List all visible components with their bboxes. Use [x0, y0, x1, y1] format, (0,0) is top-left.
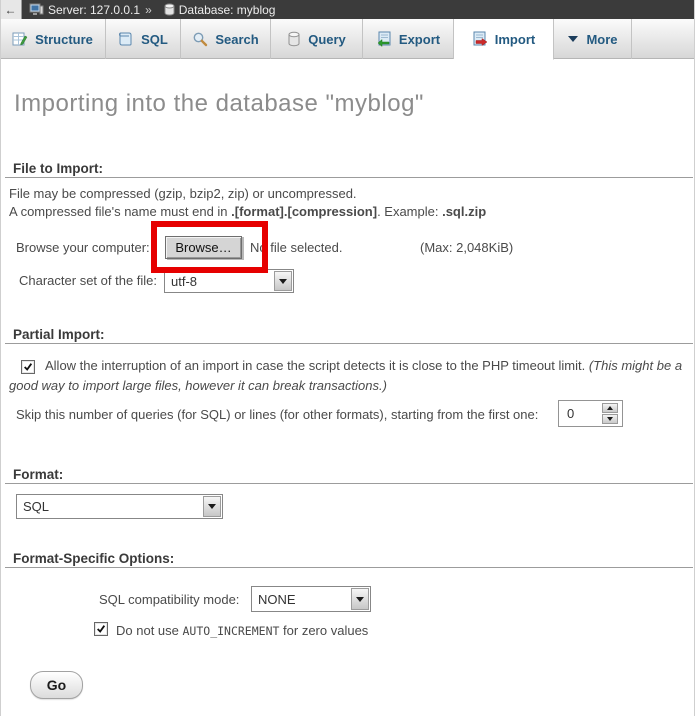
tab-label: Structure: [35, 32, 93, 47]
spinner-down-button[interactable]: [602, 414, 618, 424]
tab-label: More: [586, 32, 617, 47]
tab-query[interactable]: Query: [271, 19, 363, 59]
search-icon: [192, 31, 208, 47]
sql-compat-select[interactable]: NONE: [251, 586, 371, 612]
tab-export[interactable]: Export: [363, 19, 454, 59]
chevron-down-icon: [567, 35, 579, 43]
sql-icon: [118, 31, 134, 47]
charset-label: Character set of the file:: [19, 273, 157, 288]
max-upload-size: (Max: 2,048KiB): [420, 240, 513, 255]
compression-info-line2: A compressed file's name must end in .[f…: [9, 204, 486, 219]
import-icon: [472, 31, 488, 47]
section-divider: [5, 483, 693, 484]
spinner-buttons: [602, 403, 618, 424]
section-heading-partial-import: Partial Import:: [13, 327, 105, 342]
section-heading-file-to-import: File to Import:: [13, 161, 103, 176]
line2-example: .sql.zip: [442, 204, 486, 219]
checkmark-icon: [96, 624, 106, 634]
tab-label: Export: [399, 32, 440, 47]
back-button[interactable]: ←: [0, 0, 22, 19]
tab-bar: Structure SQL Search Query: [0, 19, 695, 59]
allow-interrupt-row: Allow the interruption of an import in c…: [9, 356, 691, 396]
auto-increment-suffix: for zero values: [279, 623, 368, 638]
format-dropdown-button[interactable]: [203, 496, 221, 517]
go-button[interactable]: Go: [30, 671, 83, 699]
tab-label: SQL: [141, 32, 168, 47]
breadcrumb-server-link[interactable]: Server: 127.0.0.1: [48, 3, 140, 17]
server-icon: [29, 3, 44, 16]
dropdown-arrow-icon: [279, 279, 287, 284]
section-divider: [5, 343, 693, 344]
spinner-up-button[interactable]: [602, 403, 618, 413]
compression-info-line1: File may be compressed (gzip, bzip2, zip…: [9, 186, 357, 201]
charset-selected-value: utf-8: [165, 270, 273, 292]
tab-import[interactable]: Import: [454, 19, 554, 60]
browse-label: Browse your computer:: [16, 240, 150, 255]
tab-more[interactable]: More: [554, 19, 632, 59]
tab-label: Search: [215, 32, 258, 47]
skip-queries-input[interactable]: 0: [558, 400, 623, 427]
database-icon: [164, 3, 175, 16]
tab-search[interactable]: Search: [181, 19, 271, 59]
sql-compat-label: SQL compatibility mode:: [99, 592, 239, 607]
sql-compat-dropdown-button[interactable]: [351, 588, 369, 610]
tab-label: Query: [308, 32, 346, 47]
auto-increment-checkbox[interactable]: [94, 622, 108, 636]
breadcrumb-separator: »: [145, 3, 152, 17]
auto-increment-label: Do not use AUTO_INCREMENT for zero value…: [116, 623, 368, 638]
browse-button[interactable]: Browse…: [165, 236, 242, 259]
breadcrumb: ← Server: 127.0.0.1 » Database: myblog: [0, 0, 695, 19]
format-selected-value: SQL: [17, 495, 202, 518]
sql-compat-selected-value: NONE: [252, 587, 350, 611]
allow-interrupt-text: Allow the interruption of an import in c…: [45, 358, 589, 373]
section-divider: [5, 177, 693, 178]
phpmyadmin-import-page: ← Server: 127.0.0.1 » Database: myblog S…: [0, 0, 695, 716]
skip-queries-value: 0: [559, 406, 602, 421]
spinner-down-icon: [607, 417, 613, 421]
auto-increment-prefix: Do not use: [116, 623, 183, 638]
no-file-selected-text: No file selected.: [250, 240, 343, 255]
dropdown-arrow-icon: [208, 504, 216, 509]
back-arrow-icon: ←: [5, 3, 17, 17]
checkmark-icon: [23, 362, 33, 372]
line2-mid: . Example:: [377, 204, 442, 219]
format-select[interactable]: SQL: [16, 494, 223, 519]
line2-format-pattern: .[format].[compression]: [231, 204, 377, 219]
tab-structure[interactable]: Structure: [0, 19, 106, 59]
section-heading-format-options: Format-Specific Options:: [13, 551, 174, 566]
breadcrumb-database-link[interactable]: Database: myblog: [179, 3, 276, 17]
section-heading-format: Format:: [13, 467, 63, 482]
tab-sql[interactable]: SQL: [106, 19, 181, 59]
dropdown-arrow-icon: [356, 597, 364, 602]
structure-icon: [12, 31, 28, 47]
query-icon: [287, 31, 301, 47]
auto-increment-code: AUTO_INCREMENT: [183, 624, 280, 638]
tab-label: Import: [495, 32, 535, 47]
skip-queries-label: Skip this number of queries (for SQL) or…: [16, 407, 538, 422]
spinner-up-icon: [607, 406, 613, 410]
charset-select[interactable]: utf-8: [164, 269, 294, 293]
charset-dropdown-button[interactable]: [274, 271, 292, 291]
page-title: Importing into the database "myblog": [14, 90, 424, 118]
export-icon: [376, 31, 392, 47]
line2-prefix: A compressed file's name must end in: [9, 204, 231, 219]
allow-interrupt-checkbox[interactable]: [21, 360, 35, 374]
section-divider: [5, 567, 693, 568]
